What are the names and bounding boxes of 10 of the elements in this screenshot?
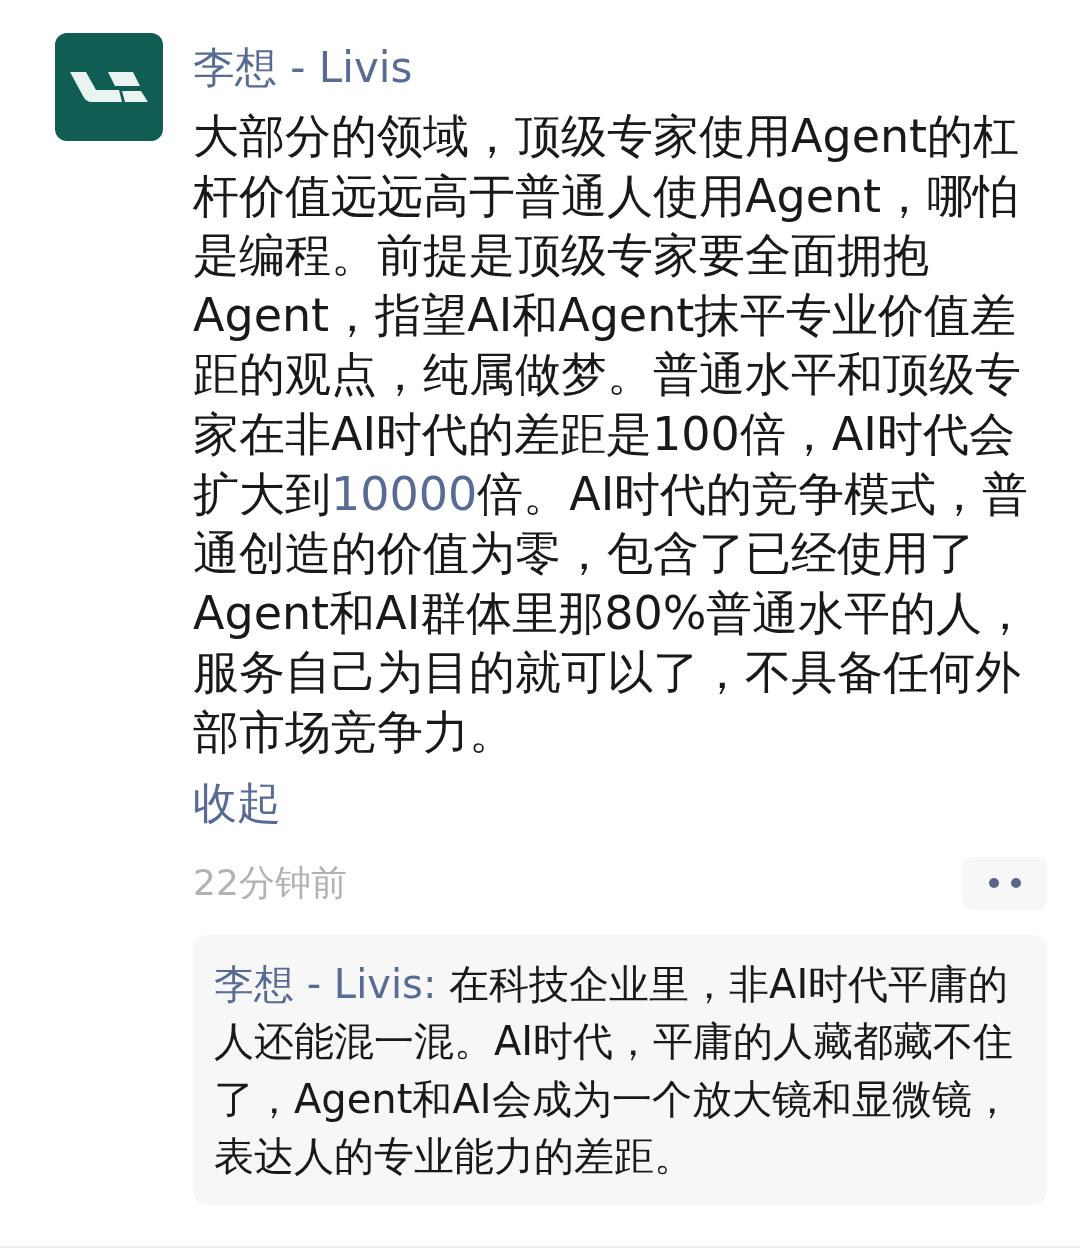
author-name[interactable]: 李想 - Livis bbox=[193, 40, 413, 95]
commenter-name-link[interactable]: 李想 - Livis: bbox=[214, 960, 437, 1007]
post-time: 22分钟前 bbox=[193, 861, 347, 906]
comment-text: 李想 - Livis: 在科技企业里，非AI时代平庸的人还能混一混。AI时代，平庸的人藏都藏不住了，Agent和AI会成为一个放大镜和显微镜，表达人的专业能力的差距。 bbox=[214, 959, 1015, 1182]
number-link[interactable]: 10000 bbox=[331, 466, 478, 521]
dots-icon bbox=[988, 878, 1021, 889]
avatar-logo-icon[interactable] bbox=[55, 33, 163, 141]
more-button[interactable] bbox=[962, 856, 1047, 910]
collapse-link[interactable]: 收起 bbox=[193, 772, 281, 833]
post-text: 大部分的领域，顶级专家使用Agent的杠杆价值远远高于普通人使用Agent，哪怕是编程。前提是顶级专家要全面拥抱Agent，指望AI和Agent抹平专业价值差距的观点，纯属做梦。普通水平和顶级专家在非AI时代的差距是100倍，AI时代会扩大到10000倍。AI时代的竞争模式，普通创造的价值为零，包含了已经使用了Agent和AI群体里那80%普通水平的人，服务自己为目的就可以了，不具备任何外部市场竞争力。 bbox=[193, 108, 1030, 761]
